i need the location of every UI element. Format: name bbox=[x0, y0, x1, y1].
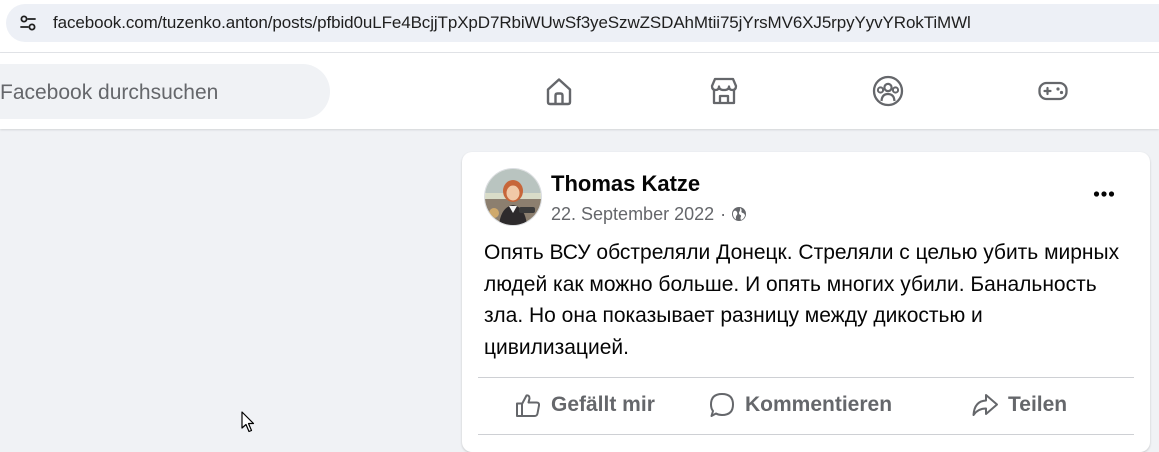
post-text: Опять ВСУ обстреляли Донецк. Стреляли с … bbox=[484, 241, 1120, 359]
post-timestamp[interactable]: 22. September 2022 bbox=[551, 204, 714, 225]
browser-toolbar: facebook.com/tuzenko.anton/posts/pfbid0u… bbox=[0, 0, 1159, 53]
divider bbox=[478, 434, 1134, 435]
home-icon[interactable] bbox=[542, 74, 576, 108]
more-options-button[interactable] bbox=[1086, 176, 1122, 212]
like-button[interactable]: Gefällt mir bbox=[514, 388, 655, 422]
divider bbox=[478, 377, 1134, 378]
post-card: Thomas Katze 22. September 2022 · Опять … bbox=[462, 152, 1150, 452]
marketplace-icon[interactable] bbox=[707, 74, 741, 108]
like-label: Gefällt mir bbox=[551, 393, 655, 416]
post-meta: 22. September 2022 · bbox=[551, 203, 747, 225]
more-horizontal-icon bbox=[1093, 191, 1115, 197]
thumbs-up-icon bbox=[516, 394, 541, 417]
comment-icon bbox=[710, 393, 734, 417]
gaming-icon[interactable] bbox=[1036, 74, 1070, 108]
search-placeholder: Facebook durchsuchen bbox=[0, 81, 219, 104]
share-button[interactable]: Teilen bbox=[971, 388, 1067, 422]
facebook-header: Facebook durchsuchen bbox=[0, 53, 1159, 129]
address-bar[interactable]: facebook.com/tuzenko.anton/posts/pfbid0u… bbox=[6, 4, 1159, 42]
groups-icon[interactable] bbox=[871, 74, 905, 108]
globe-icon[interactable] bbox=[731, 206, 747, 222]
share-icon bbox=[972, 394, 998, 416]
mouse-cursor-icon bbox=[241, 411, 255, 433]
share-label: Teilen bbox=[1008, 393, 1068, 416]
avatar[interactable] bbox=[484, 168, 542, 226]
post-author-name[interactable]: Thomas Katze bbox=[551, 171, 700, 197]
comment-button[interactable]: Kommentieren bbox=[708, 388, 892, 422]
comment-label: Kommentieren bbox=[745, 393, 893, 416]
search-input[interactable]: Facebook durchsuchen bbox=[0, 64, 330, 119]
url-text[interactable]: facebook.com/tuzenko.anton/posts/pfbid0u… bbox=[53, 13, 971, 33]
tune-icon[interactable] bbox=[18, 13, 38, 33]
meta-separator: · bbox=[720, 203, 727, 224]
